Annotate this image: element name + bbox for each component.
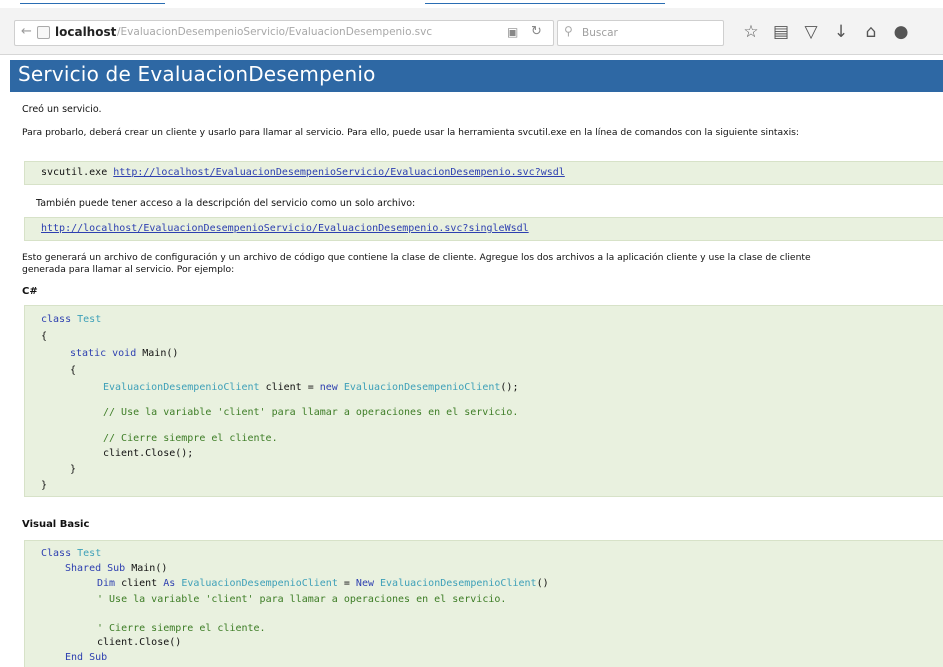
- url-host: localhost: [55, 25, 117, 39]
- single-wsdl-link[interactable]: http://localhost/EvaluacionDesempenioSer…: [41, 223, 529, 234]
- csharp-client-ctor: EvaluacionDesempenioClient: [343, 382, 501, 393]
- vb-close-call: client.Close(): [97, 637, 182, 648]
- browser-toolbar: ← localhost /EvaluacionDesempenioServici…: [0, 8, 943, 55]
- search-input[interactable]: [580, 24, 714, 42]
- created-text: Creó un servicio.: [22, 104, 102, 115]
- vb-kw-new: New: [355, 578, 374, 589]
- csharp-brace-open: {: [41, 331, 48, 342]
- csharp-kw-class: class: [41, 314, 72, 325]
- vb-code-block: Class Test Shared Sub Main() Dim client …: [24, 540, 943, 667]
- url-path: /EvaluacionDesempenioServicio/Evaluacion…: [117, 26, 433, 38]
- reload-icon[interactable]: ↻: [531, 24, 542, 39]
- csharp-ctor-end: ();: [500, 382, 519, 393]
- vb-class-name: Test: [77, 548, 102, 559]
- search-icon: ⚲: [564, 24, 573, 38]
- csharp-comment-use: // Use la variable 'client' para llamar …: [103, 407, 519, 418]
- generate-text-line1: Esto generará un archivo de configuració…: [22, 252, 811, 263]
- csharp-code-block: class Test { static void Main() { Evalua…: [24, 305, 943, 497]
- csharp-main-sig: Main(): [142, 348, 179, 359]
- vb-kw-as: As: [163, 578, 176, 589]
- vb-client-type: EvaluacionDesempenioClient: [181, 578, 338, 589]
- csharp-main-brace-open: {: [70, 365, 77, 376]
- reading-list-icon[interactable]: ▤: [770, 22, 792, 42]
- csharp-kw-new: new: [319, 382, 338, 393]
- download-icon[interactable]: ↓: [830, 22, 852, 42]
- csharp-main-brace-close: }: [70, 464, 77, 475]
- svcutil-command: svcutil.exe: [41, 167, 108, 178]
- site-info-icon[interactable]: [37, 26, 50, 39]
- vb-ctor-end: (): [536, 578, 549, 589]
- wsdl-link[interactable]: http://localhost/EvaluacionDesempenioSer…: [113, 167, 565, 178]
- vb-comment-use: ' Use la variable 'client' para llamar a…: [97, 594, 507, 605]
- single-file-text: También puede tener acceso a la descripc…: [36, 198, 416, 209]
- pocket-icon[interactable]: ▽: [800, 22, 822, 42]
- csharp-kw-static-void: static void: [70, 348, 137, 359]
- csharp-client-type: EvaluacionDesempenioClient: [103, 382, 260, 393]
- csharp-comment-close: // Cierre siempre el cliente.: [103, 433, 278, 444]
- vb-kw-dim: Dim: [97, 578, 116, 589]
- vb-comment-close: ' Cierre siempre el cliente.: [97, 623, 266, 634]
- home-icon[interactable]: ⌂: [860, 22, 882, 42]
- csharp-brace-close: }: [41, 480, 48, 491]
- vb-dim-var: client: [115, 578, 164, 589]
- back-arrow-icon[interactable]: ←: [21, 24, 32, 39]
- csharp-class-name: Test: [77, 314, 102, 325]
- csharp-client-var: client =: [259, 382, 320, 393]
- generate-text-line2: generada para llamar al servicio. Por ej…: [22, 264, 235, 275]
- chat-icon[interactable]: ●: [890, 22, 912, 42]
- star-icon[interactable]: ☆: [740, 22, 762, 42]
- wsdl-command-box: svcutil.exe http://localhost/EvaluacionD…: [24, 161, 943, 185]
- page-title: Servicio de EvaluacionDesempenio: [18, 62, 376, 86]
- vb-main-sig: Main(): [131, 563, 168, 574]
- csharp-heading: C#: [22, 286, 38, 297]
- vb-kw-shared-sub: Shared Sub: [65, 563, 126, 574]
- address-bar[interactable]: ← localhost /EvaluacionDesempenioServici…: [14, 20, 554, 46]
- tab-indicator: [425, 3, 665, 4]
- vb-eq: =: [337, 578, 356, 589]
- intro-text: Para probarlo, deberá crear un cliente y…: [22, 127, 800, 138]
- search-box[interactable]: ⚲: [557, 20, 724, 46]
- csharp-close-call: client.Close();: [103, 448, 194, 459]
- vb-client-ctor: EvaluacionDesempenioClient: [380, 578, 537, 589]
- vb-kw-class: Class: [41, 548, 72, 559]
- vb-kw-end-sub: End Sub: [65, 652, 108, 663]
- reader-view-icon[interactable]: ▣: [507, 25, 518, 39]
- tab-indicator: [20, 3, 165, 4]
- page-header: Servicio de EvaluacionDesempenio: [10, 60, 943, 92]
- vb-heading: Visual Basic: [22, 519, 90, 530]
- single-wsdl-box: http://localhost/EvaluacionDesempenioSer…: [24, 217, 943, 241]
- tab-strip: [0, 0, 943, 6]
